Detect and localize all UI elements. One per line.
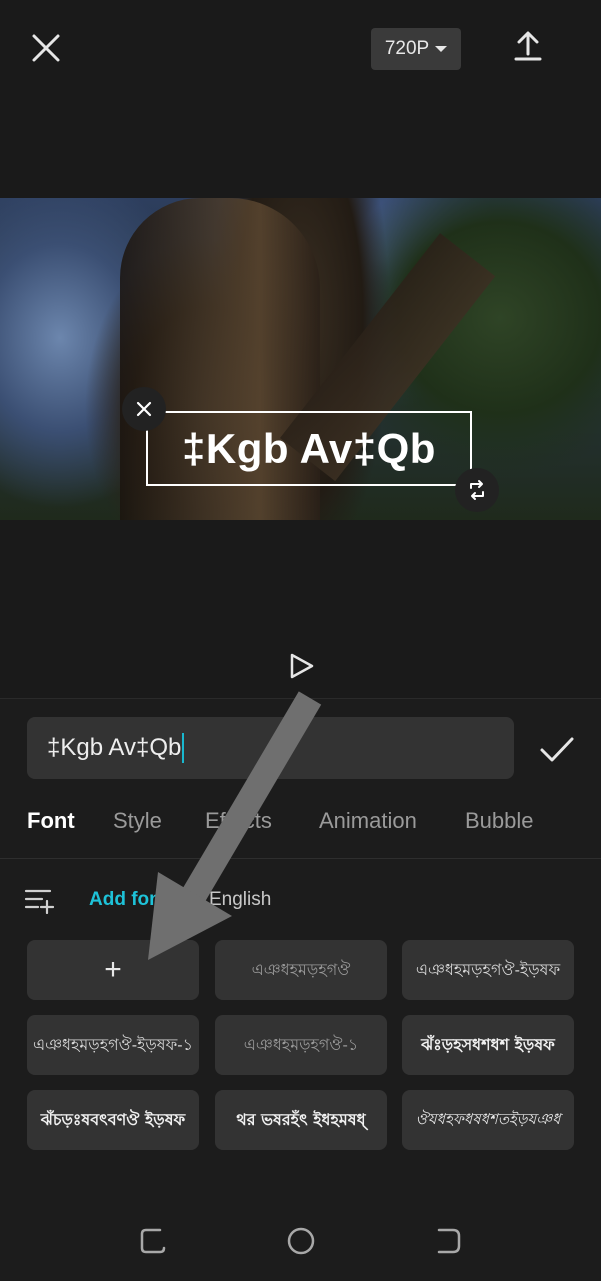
plus-icon: + [104, 953, 122, 986]
font-card-label: ঔযধহফধষধশতইড়যঞধ [415, 1110, 561, 1128]
font-card[interactable]: এঞধহমড়হগঔ-১ [215, 1015, 387, 1075]
font-card[interactable]: এঞধহমড়হগঔ [215, 940, 387, 1000]
tab-font[interactable]: Font [27, 808, 75, 834]
check-icon [540, 737, 574, 762]
tab-animation[interactable]: Animation [319, 808, 417, 834]
close-icon [32, 34, 60, 62]
text-tabs: Font Style Effects Animation Bubble [0, 800, 601, 842]
font-card[interactable]: এঞধহমড়হগঔ-ইড়ষফ-১ [27, 1015, 199, 1075]
font-card[interactable]: এঞধহমড়হগঔ-ইড়ষফ [402, 940, 574, 1000]
list-add-icon [24, 889, 55, 915]
export-button[interactable] [510, 28, 546, 64]
play-button[interactable] [286, 651, 316, 681]
text-overlay[interactable]: ‡Kgb Av‡Qb [146, 411, 472, 486]
resolution-label: 720P [384, 38, 430, 59]
video-preview[interactable]: ‡Kgb Av‡Qb [0, 198, 601, 520]
rotate-icon [470, 480, 484, 500]
font-card-label: ঝঁঃড়হসধশধশ ইড়ষফ [421, 1034, 555, 1054]
font-card-label: ঝঁচড়ঃষবৎবণঔ ইড়ষফ [40, 1109, 186, 1129]
font-card-label: এঞধহমড়হগঔ-ইড়ষফ [415, 961, 561, 979]
font-card[interactable]: ঝঁচড়ঃষবৎবণঔ ইড়ষফ [27, 1090, 199, 1150]
font-card[interactable]: ঔযধহফধষধশতইড়যঞধ [402, 1090, 574, 1150]
resolution-dropdown[interactable]: 720P [371, 28, 461, 70]
divider [0, 858, 601, 859]
font-card-label: এঞধহমড়হগঔ [251, 961, 351, 979]
recent-apps-icon [140, 1228, 166, 1254]
tab-effects[interactable]: Effects [205, 808, 272, 834]
export-icon [514, 31, 542, 61]
tab-bubble[interactable]: Bubble [465, 808, 534, 834]
delete-text-button[interactable] [122, 387, 166, 431]
back-icon [437, 1228, 461, 1254]
language-filter[interactable]: English [209, 889, 271, 911]
caret-down-icon [435, 46, 448, 52]
add-font-card[interactable]: + [27, 940, 199, 1000]
back-button[interactable] [431, 1224, 465, 1258]
home-button[interactable] [284, 1224, 318, 1258]
font-card[interactable]: ঝঁঃড়হসধশধশ ইড়ষফ [402, 1015, 574, 1075]
text-input-value: ‡Kgb Av‡Qb [47, 734, 182, 761]
recent-apps-button[interactable] [136, 1224, 170, 1258]
text-cursor [182, 733, 185, 763]
add-font-link[interactable]: Add font [89, 889, 167, 911]
rotate-scale-handle[interactable] [455, 468, 499, 512]
font-manage-button[interactable] [24, 886, 55, 915]
font-card-label: এঞধহমড়হগঔ-ইড়ষফ-১ [32, 1036, 194, 1054]
play-icon [290, 653, 314, 679]
tab-style[interactable]: Style [113, 808, 162, 834]
close-button[interactable] [28, 30, 64, 66]
confirm-button[interactable] [538, 733, 576, 767]
font-card-label: থর ভষরহঁৎ ইধহমষধ্ [236, 1109, 366, 1129]
text-input[interactable]: ‡Kgb Av‡Qb [27, 717, 514, 779]
font-card-label: এঞধহমড়হগঔ-১ [243, 1036, 359, 1054]
home-icon [287, 1227, 315, 1255]
close-icon [136, 401, 152, 417]
font-card[interactable]: থর ভষরহঁৎ ইধহমষধ্ [215, 1090, 387, 1150]
